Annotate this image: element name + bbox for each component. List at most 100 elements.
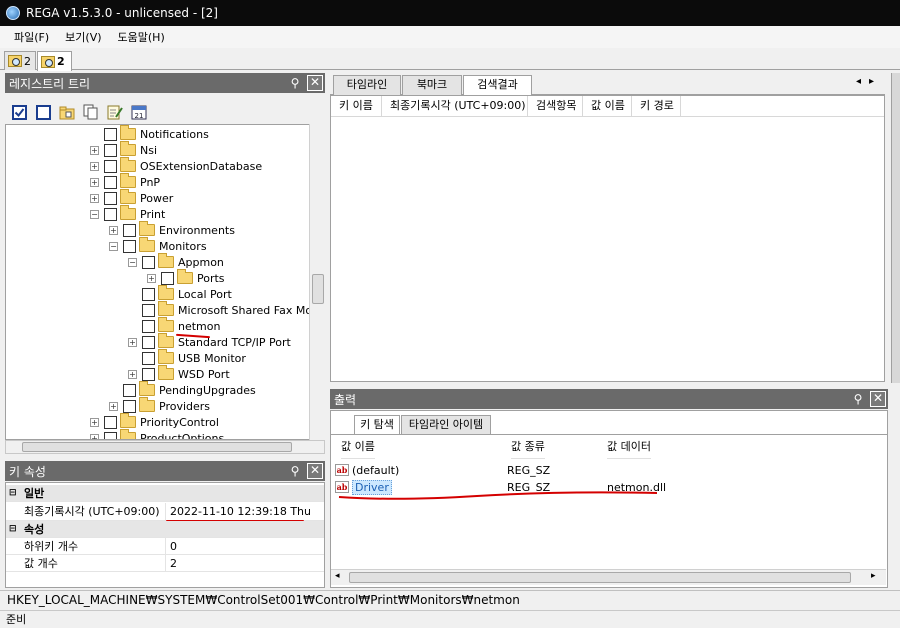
expand-icon[interactable]: + bbox=[90, 417, 99, 427]
tree-checkbox[interactable] bbox=[104, 191, 117, 205]
tree-node-productoptions[interactable]: + ProductOptions bbox=[90, 429, 224, 439]
expand-icon[interactable]: + bbox=[90, 177, 99, 187]
tree-checkbox[interactable] bbox=[104, 143, 117, 157]
col-value-name[interactable]: 값 이름 bbox=[583, 96, 632, 116]
col-value-type[interactable]: 값 종류 bbox=[511, 435, 545, 459]
tree-node-fax-monitor[interactable]: Microsoft Shared Fax Monit bbox=[128, 301, 324, 318]
pin-icon[interactable]: ⚲ bbox=[851, 392, 865, 406]
tree-node-local-port[interactable]: Local Port bbox=[128, 285, 232, 302]
expand-icon[interactable]: + bbox=[128, 369, 137, 379]
tree-checkbox[interactable] bbox=[104, 207, 117, 221]
tree-node-usb-monitor[interactable]: USB Monitor bbox=[128, 349, 246, 366]
close-icon[interactable]: ✕ bbox=[870, 391, 886, 407]
prop-last-write[interactable]: 최종기록시각 (UTC+09:00) 2022-11-10 12:39:18 T… bbox=[6, 502, 324, 521]
output-horizontal-scrollbar[interactable]: ◂ ▸ bbox=[331, 569, 886, 585]
tab-scroll-right-icon[interactable]: ▸ bbox=[869, 76, 874, 87]
expand-icon[interactable]: + bbox=[128, 337, 137, 347]
prop-value-count[interactable]: 값 개수 2 bbox=[6, 554, 324, 572]
tree-checkbox[interactable] bbox=[123, 399, 136, 413]
tree-node-monitors[interactable]: − Monitors bbox=[109, 237, 207, 254]
uncheck-all-button[interactable] bbox=[34, 103, 52, 121]
category-general[interactable]: ⊟ 일반 bbox=[6, 485, 324, 502]
copy-button[interactable] bbox=[82, 103, 100, 121]
collapse-icon[interactable]: ⊟ bbox=[9, 524, 17, 534]
tab-bookmark[interactable]: 북마크 bbox=[402, 75, 462, 95]
tree-checkbox[interactable] bbox=[142, 319, 155, 333]
tree-checkbox[interactable] bbox=[142, 255, 155, 269]
expand-icon[interactable]: + bbox=[90, 145, 99, 155]
col-key-name[interactable]: 키 이름 bbox=[331, 96, 382, 116]
collapse-icon[interactable]: − bbox=[128, 257, 137, 267]
expand-icon[interactable]: + bbox=[90, 161, 99, 171]
tree-checkbox[interactable] bbox=[123, 383, 136, 397]
scroll-thumb[interactable] bbox=[349, 572, 851, 583]
tree-node-standard-tcpip-port[interactable]: + Standard TCP/IP Port bbox=[128, 333, 291, 350]
menu-help[interactable]: 도움말(H) bbox=[110, 29, 173, 45]
tree-node-power[interactable]: + Power bbox=[90, 189, 173, 206]
col-search-item[interactable]: 검색항목 bbox=[528, 96, 583, 116]
tree-node-netmon[interactable]: netmon bbox=[128, 317, 220, 334]
tree-checkbox[interactable] bbox=[142, 303, 155, 317]
tree-node-print[interactable]: − Print bbox=[90, 205, 165, 222]
col-value-name[interactable]: 값 이름 bbox=[341, 435, 375, 459]
col-last-write[interactable]: 최종기록시각 (UTC+09:00) bbox=[382, 96, 528, 116]
edit-note-button[interactable] bbox=[106, 103, 124, 121]
pin-icon[interactable]: ⚲ bbox=[288, 464, 302, 478]
col-key-path[interactable]: 키 경로 bbox=[632, 96, 681, 116]
tree-checkbox[interactable] bbox=[123, 239, 136, 253]
tree-node-pendingupgrades[interactable]: PendingUpgrades bbox=[109, 381, 256, 398]
tab-search-results[interactable]: 검색결과 bbox=[463, 75, 532, 96]
calendar-button[interactable]: 21 bbox=[130, 103, 148, 121]
prop-subkey-count[interactable]: 하위키 개수 0 bbox=[6, 537, 324, 555]
tree-node-ports[interactable]: + Ports bbox=[147, 269, 225, 286]
tree-checkbox[interactable] bbox=[104, 159, 117, 173]
tree-node-nsi[interactable]: + Nsi bbox=[90, 141, 157, 158]
check-all-button[interactable] bbox=[10, 103, 28, 121]
category-attributes[interactable]: ⊟ 속성 bbox=[6, 521, 324, 538]
tree-node-pnp[interactable]: + PnP bbox=[90, 173, 160, 190]
collapse-icon[interactable]: − bbox=[109, 241, 118, 251]
tree-checkbox[interactable] bbox=[142, 287, 155, 301]
tree-checkbox[interactable] bbox=[142, 367, 155, 381]
collapse-icon[interactable]: ⊟ bbox=[9, 488, 17, 498]
value-row[interactable]: ab (default) REG_SZ bbox=[335, 462, 885, 478]
tab-timeline-items[interactable]: 타임라인 아이템 bbox=[401, 415, 491, 434]
col-value-data[interactable]: 값 데이터 bbox=[607, 435, 651, 459]
doc-tab-1[interactable]: 2 bbox=[4, 51, 36, 70]
tree-node-osextensiondatabase[interactable]: + OSExtensionDatabase bbox=[90, 157, 262, 174]
tree-checkbox[interactable] bbox=[104, 431, 117, 439]
expand-icon[interactable]: + bbox=[109, 401, 118, 411]
close-icon[interactable]: ✕ bbox=[307, 463, 323, 479]
tree-node-appmon[interactable]: − Appmon bbox=[128, 253, 224, 270]
tree-checkbox[interactable] bbox=[142, 351, 155, 365]
expand-icon[interactable]: + bbox=[90, 193, 99, 203]
expand-icon[interactable]: + bbox=[147, 273, 156, 283]
scroll-right-icon[interactable]: ▸ bbox=[871, 571, 876, 581]
pin-icon[interactable]: ⚲ bbox=[288, 76, 302, 90]
tree-checkbox[interactable] bbox=[104, 175, 117, 189]
tree-checkbox[interactable] bbox=[161, 271, 174, 285]
tree-node-providers[interactable]: + Providers bbox=[109, 397, 210, 414]
tree-horizontal-scrollbar[interactable] bbox=[5, 440, 325, 454]
scroll-thumb[interactable] bbox=[312, 274, 324, 304]
tree-node-prioritycontrol[interactable]: + PriorityControl bbox=[90, 413, 219, 430]
tree-node-wsd-port[interactable]: + WSD Port bbox=[128, 365, 230, 382]
tab-scroll-left-icon[interactable]: ◂ bbox=[856, 76, 861, 87]
open-folder-button[interactable] bbox=[58, 103, 76, 121]
tree-node-notifications[interactable]: Notifications bbox=[104, 125, 209, 142]
scroll-left-icon[interactable]: ◂ bbox=[335, 571, 340, 581]
doc-tab-2[interactable]: 2 bbox=[37, 51, 72, 71]
menu-view[interactable]: 보기(V) bbox=[57, 29, 109, 45]
tree-checkbox[interactable] bbox=[104, 127, 117, 141]
tab-timeline[interactable]: 타임라인 bbox=[333, 75, 401, 95]
scroll-thumb[interactable] bbox=[22, 442, 292, 452]
collapse-icon[interactable]: − bbox=[90, 209, 99, 219]
tree-checkbox[interactable] bbox=[142, 335, 155, 349]
tree-vertical-scrollbar[interactable] bbox=[309, 124, 325, 440]
tree-checkbox[interactable] bbox=[123, 223, 136, 237]
tree-checkbox[interactable] bbox=[104, 415, 117, 429]
tab-key-explore[interactable]: 키 탐색 bbox=[354, 415, 400, 435]
expand-icon[interactable]: + bbox=[109, 225, 118, 235]
tree-node-environments[interactable]: + Environments bbox=[109, 221, 235, 238]
close-icon[interactable]: ✕ bbox=[307, 75, 323, 91]
